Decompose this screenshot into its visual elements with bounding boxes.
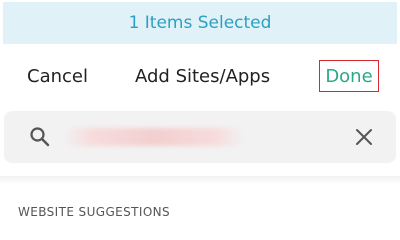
search-bar — [4, 111, 396, 163]
top-bar: Cancel Add Sites/Apps Done — [0, 44, 400, 110]
close-icon[interactable] — [352, 125, 376, 149]
selection-count-text: 1 Items Selected — [128, 13, 272, 33]
website-suggestions-heading: WEBSITE SUGGESTIONS — [18, 205, 171, 219]
search-icon — [28, 125, 52, 149]
done-button-label: Done — [325, 65, 373, 87]
cancel-button[interactable]: Cancel — [27, 66, 88, 87]
done-button[interactable]: Done — [319, 60, 379, 92]
selection-banner: 1 Items Selected — [3, 2, 397, 44]
section-divider — [0, 176, 400, 184]
page-title: Add Sites/Apps — [135, 66, 271, 87]
search-input[interactable] — [60, 121, 344, 155]
